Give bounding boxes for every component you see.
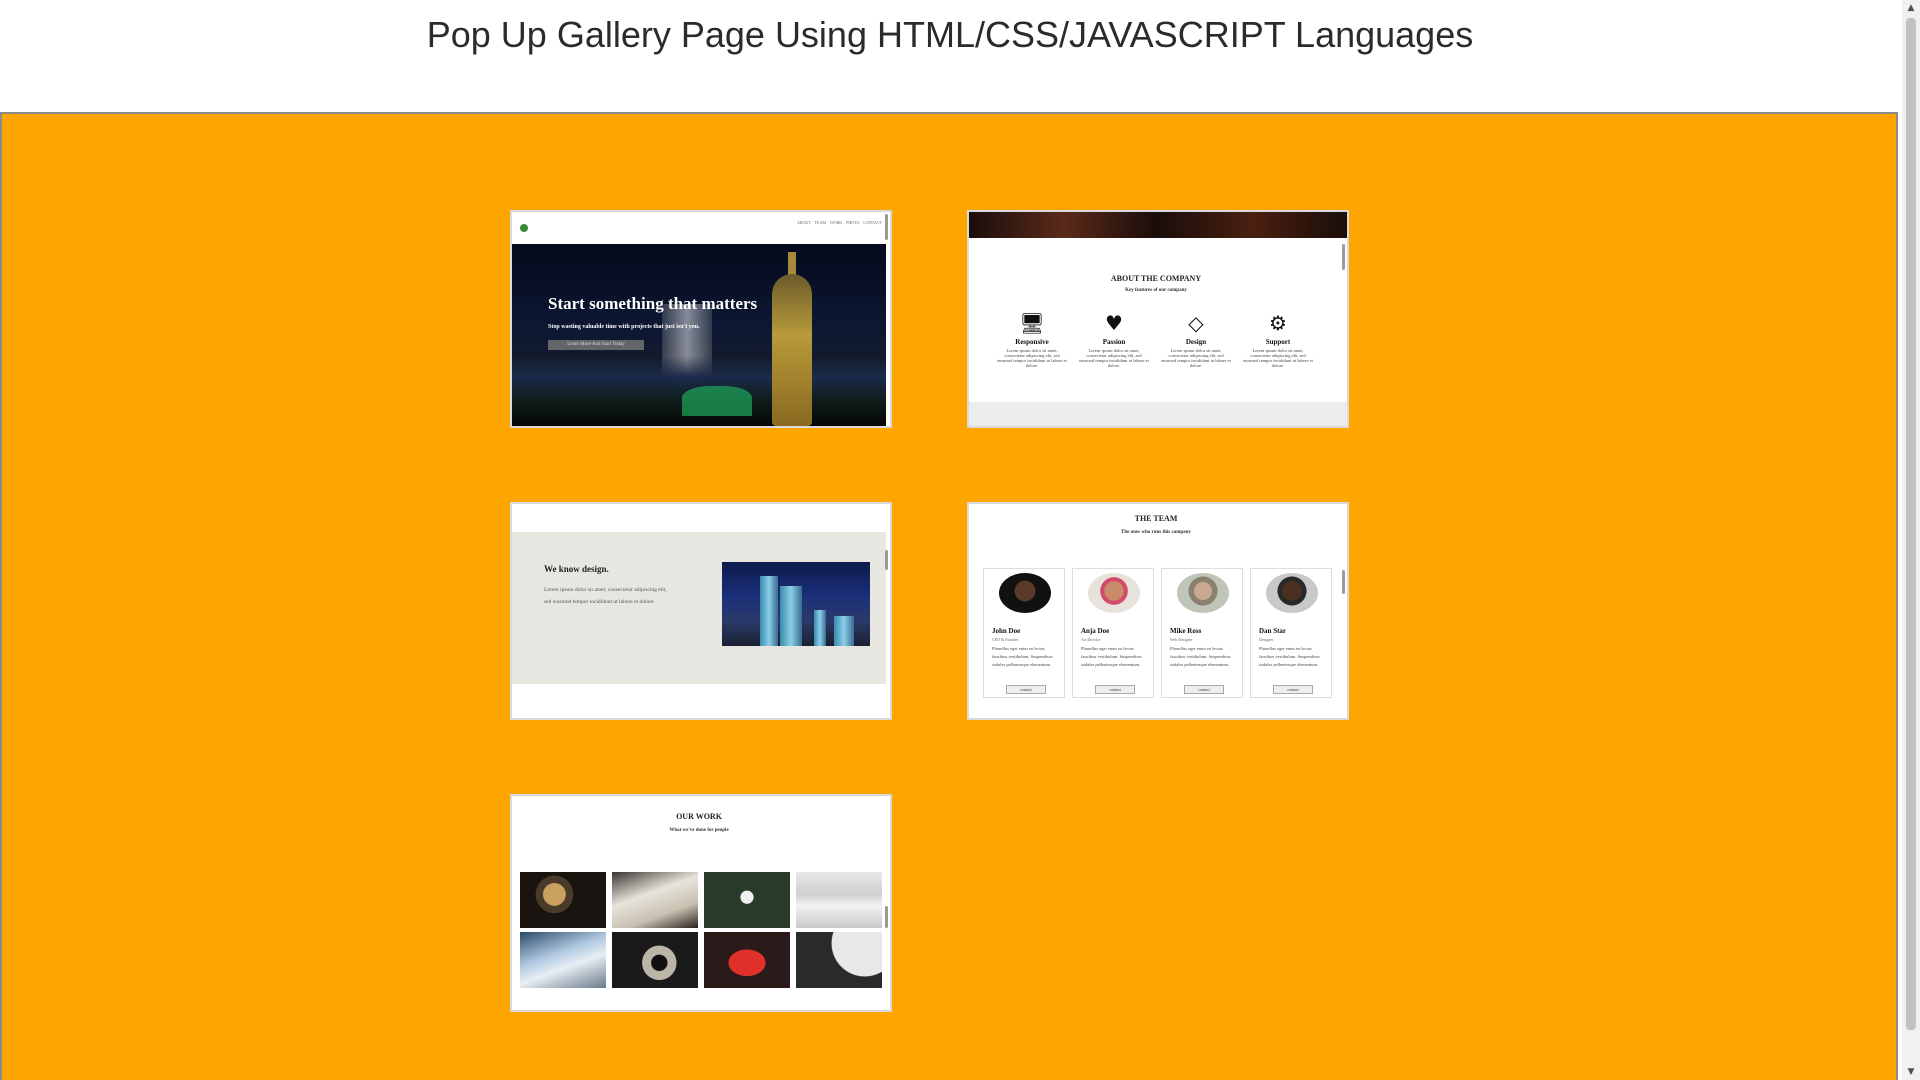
- hero-title: Start something that matters: [548, 294, 758, 313]
- feature-responsive: 🖥 Responsive Lorem ipsum dolor sit amet,…: [997, 312, 1067, 368]
- mini-scrollbar: [885, 214, 888, 240]
- design-body: Lorem ipsum dolor sit amet, consectetur …: [544, 587, 667, 605]
- team-title: THE TEAM: [1134, 514, 1178, 523]
- page-scrollbar[interactable]: ▲ ▼: [1902, 0, 1920, 1080]
- work-tile-microphone: [520, 872, 606, 928]
- building-image: [722, 562, 870, 646]
- feature-design: ◇ Design Lorem ipsum dolor sit amet, con…: [1161, 312, 1231, 368]
- diamond-icon: ◇: [1188, 311, 1204, 335]
- hero-subtitle: Stop wasting valuable time with projects…: [548, 324, 700, 330]
- avatar: [999, 573, 1051, 613]
- hero-image: Start something that matters Stop wastin…: [512, 244, 886, 426]
- member-desc: Phasellus eget enim eu lectus faucibus v…: [1259, 646, 1320, 667]
- heart-icon: ♥: [1105, 311, 1123, 335]
- contact-button: contact: [1273, 685, 1313, 694]
- member-desc: Phasellus eget enim eu lectus faucibus v…: [992, 646, 1053, 667]
- member-name: Anja Doe: [1081, 627, 1110, 635]
- member-role: Web Designer: [1170, 637, 1193, 642]
- work-subtitle: What we've done for people: [669, 828, 729, 833]
- work-tile-phone: [612, 872, 698, 928]
- contact-button: contact: [1006, 685, 1046, 694]
- banner-image: [969, 212, 1347, 238]
- avatar: [1266, 573, 1318, 613]
- team-card: Mike Ross Web Designer Phasellus eget en…: [1161, 568, 1243, 698]
- member-role: CEO & Founder: [992, 637, 1019, 642]
- team-card: John Doe CEO & Founder Phasellus eget en…: [983, 568, 1065, 698]
- scroll-down-arrow-icon[interactable]: ▼: [1902, 1064, 1920, 1080]
- feature-name: Design: [1185, 338, 1207, 346]
- feature-desc: Lorem ipsum dolor sit amet, consectetur …: [1243, 348, 1313, 368]
- work-tile-drone: [704, 872, 790, 928]
- contact-button: contact: [1184, 685, 1224, 694]
- contact-button: contact: [1095, 685, 1135, 694]
- mini-scrollbar: [885, 550, 888, 570]
- feature-desc: Lorem ipsum dolor sit amet, consectetur …: [1079, 348, 1149, 368]
- gallery-thumbnail-design[interactable]: We know design. Lorem ipsum dolor sit am…: [510, 502, 892, 720]
- gallery-thumbnail-work[interactable]: OUR WORK What we've done for people: [510, 794, 892, 1012]
- team-card: Dan Star Designer Phasellus eget enim eu…: [1250, 568, 1332, 698]
- gallery-thumbnail-home[interactable]: ABOUT TEAM WORK PHOTO CONTACT Start some…: [510, 210, 892, 428]
- mini-scrollbar: [1342, 244, 1345, 270]
- feature-name: Responsive: [1015, 338, 1049, 346]
- scroll-thumb[interactable]: [1906, 18, 1916, 1030]
- member-role: Art Director: [1081, 637, 1101, 642]
- member-desc: Phasellus eget enim eu lectus faucibus v…: [1170, 646, 1231, 667]
- member-name: Mike Ross: [1170, 627, 1202, 635]
- mini-navbar: ABOUT TEAM WORK PHOTO CONTACT: [512, 212, 890, 244]
- work-title: OUR WORK: [676, 812, 722, 821]
- member-desc: Phasellus eget enim eu lectus faucibus v…: [1081, 646, 1142, 667]
- statue-image: [772, 274, 812, 426]
- logo-icon: [520, 224, 528, 232]
- gear-icon: ⚙: [1269, 311, 1287, 335]
- mini-scrollbar: [885, 906, 888, 928]
- mini-footer: [969, 402, 1347, 426]
- scroll-up-arrow-icon[interactable]: ▲: [1902, 0, 1920, 16]
- mini-scrollbar: [1342, 570, 1345, 594]
- work-tile-camera: [612, 932, 698, 988]
- desktop-icon: 🖥: [1019, 311, 1045, 335]
- feature-desc: Lorem ipsum dolor sit amet, consectetur …: [1161, 348, 1231, 368]
- hero-button: Learn More And Start Today: [548, 340, 644, 350]
- design-heading: We know design.: [544, 564, 609, 574]
- gallery-thumbnail-about[interactable]: ABOUT THE COMPANY Key features of our co…: [967, 210, 1349, 428]
- work-tile-cable: [796, 932, 882, 988]
- mini-nav-links: ABOUT TEAM WORK PHOTO CONTACT: [797, 220, 882, 225]
- avatar: [1177, 573, 1229, 613]
- member-role: Designer: [1259, 637, 1274, 642]
- gallery-container: ABOUT TEAM WORK PHOTO CONTACT Start some…: [0, 112, 1898, 1080]
- member-name: Dan Star: [1259, 627, 1287, 635]
- about-title: ABOUT THE COMPANY: [1110, 274, 1202, 283]
- feature-desc: Lorem ipsum dolor sit amet, consectetur …: [997, 348, 1067, 368]
- feature-name: Support: [1265, 338, 1291, 346]
- member-name: John Doe: [992, 627, 1021, 635]
- team-card: Anja Doe Art Director Phasellus eget eni…: [1072, 568, 1154, 698]
- team-subtitle: The ones who runs this company: [1121, 530, 1191, 535]
- work-tile-laptop: [520, 932, 606, 988]
- gallery-thumbnail-team[interactable]: THE TEAM The ones who runs this company …: [967, 502, 1349, 720]
- feature-passion: ♥ Passion Lorem ipsum dolor sit amet, co…: [1079, 312, 1149, 368]
- work-tile-typewriter: [704, 932, 790, 988]
- feature-name: Passion: [1102, 338, 1126, 346]
- avatar: [1088, 573, 1140, 613]
- feature-support: ⚙ Support Lorem ipsum dolor sit amet, co…: [1243, 312, 1313, 368]
- about-subtitle: Key features of our company: [1125, 288, 1187, 293]
- work-tile-device: [796, 872, 882, 928]
- page-title: Pop Up Gallery Page Using HTML/CSS/JAVAS…: [426, 14, 1474, 55]
